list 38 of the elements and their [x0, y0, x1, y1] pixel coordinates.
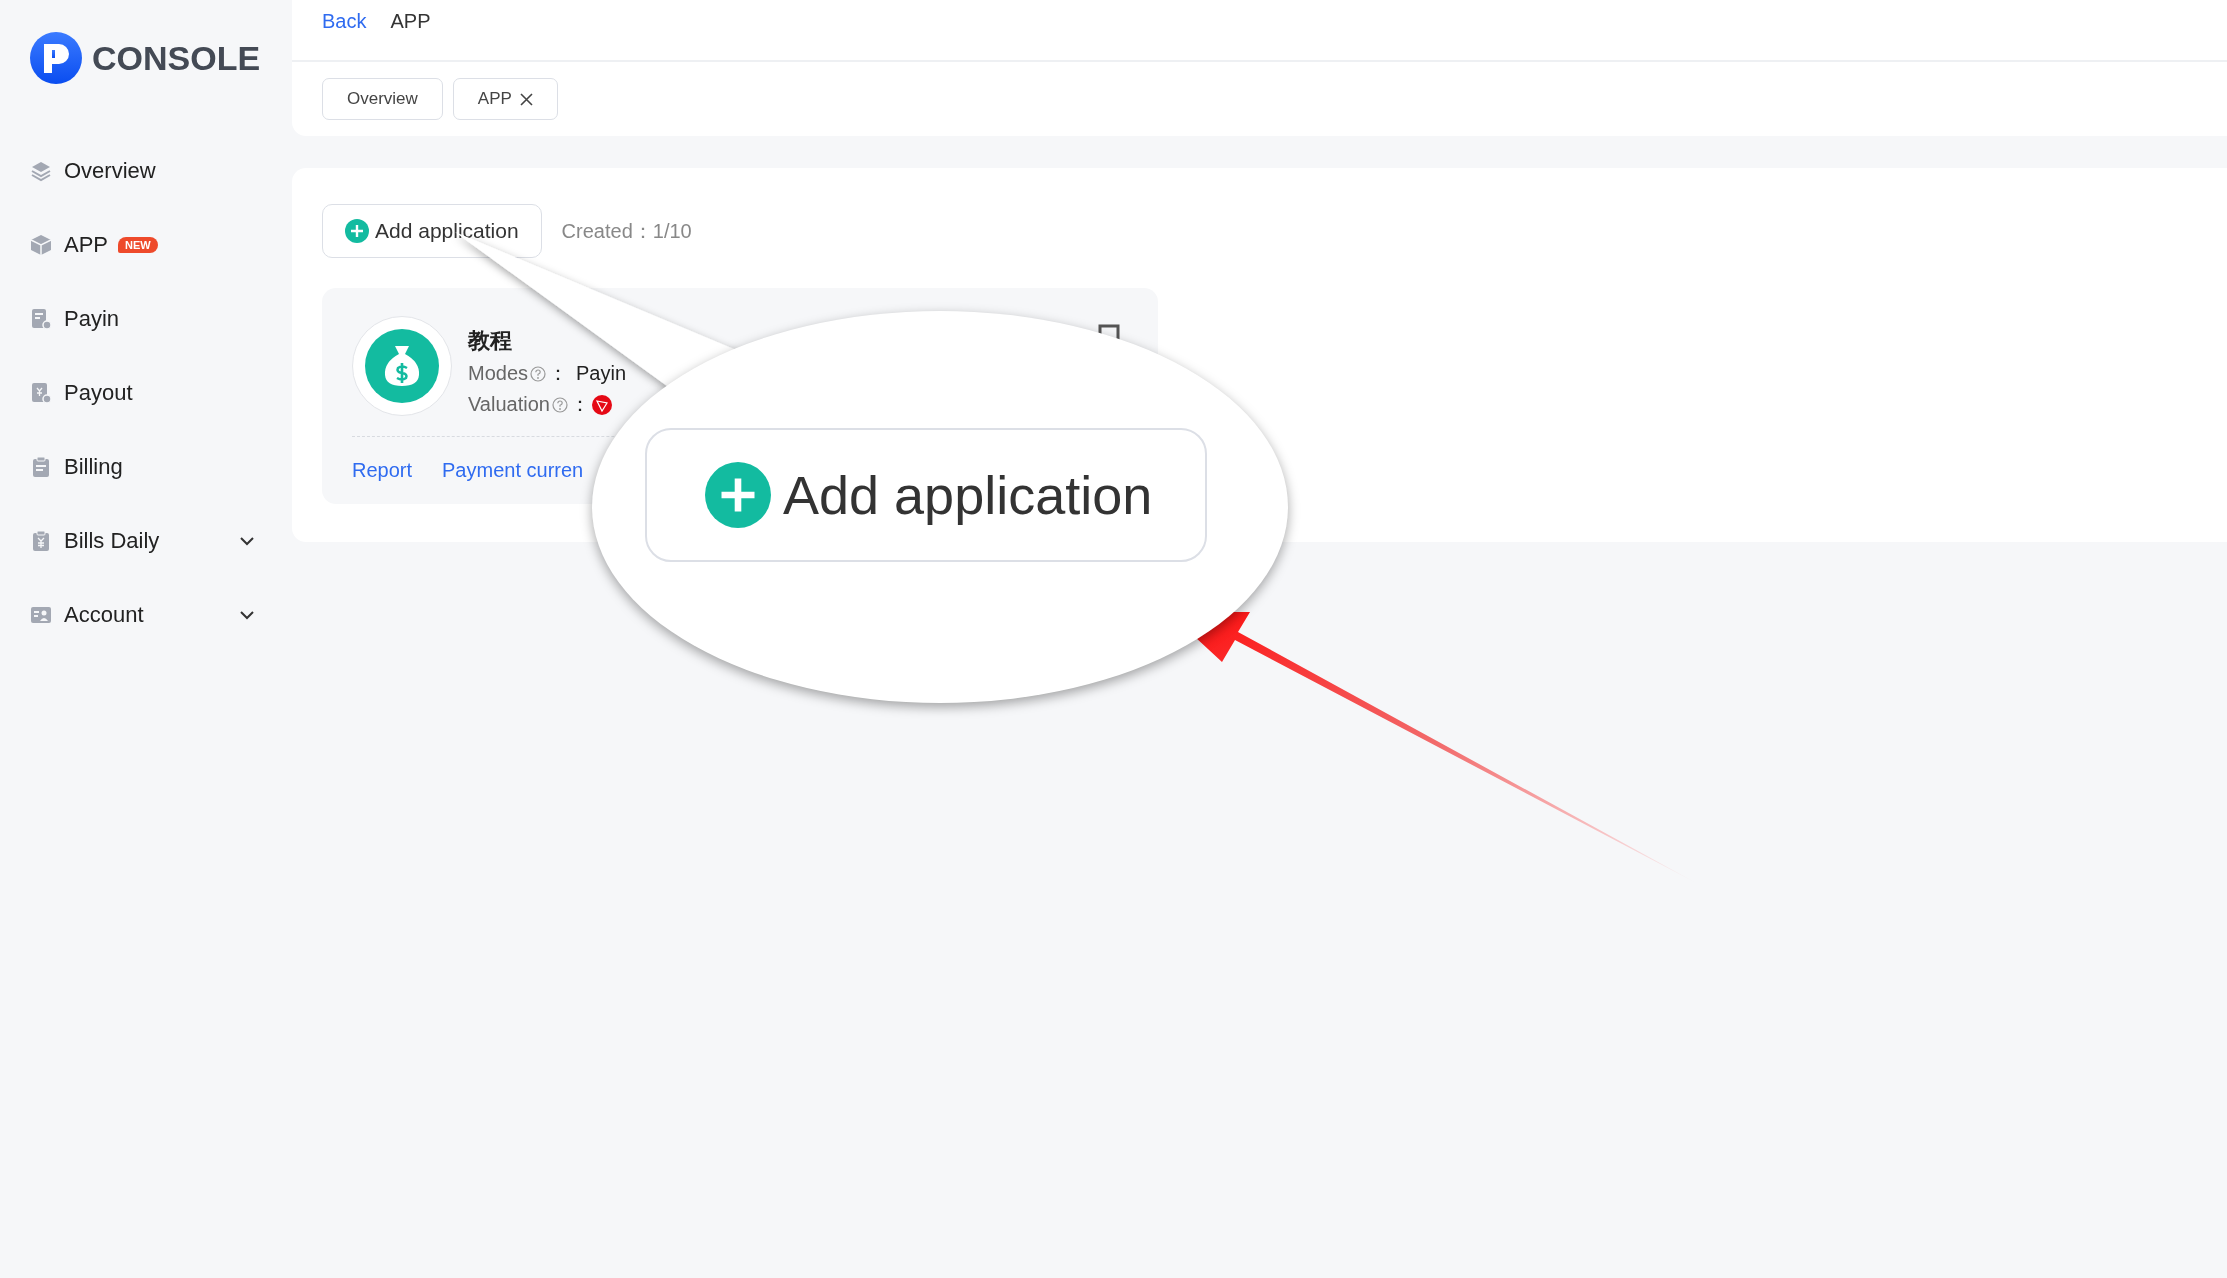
sidebar-item[interactable]: Billing [30, 430, 292, 504]
clipboard-icon [30, 456, 52, 478]
clipboard-icon [30, 530, 52, 552]
back-link[interactable]: Back [322, 10, 367, 33]
field-value: Payin [576, 362, 627, 385]
document-gear-icon [30, 308, 52, 330]
logo-icon [30, 32, 82, 84]
field-label: Modes [468, 362, 529, 385]
money-bag-icon [365, 329, 439, 403]
page-title: APP [390, 10, 431, 33]
card-link[interactable]: Report [352, 459, 413, 482]
sidebar-item[interactable]: Overview [30, 134, 292, 208]
sidebar-item[interactable]: APP NEW [30, 208, 292, 282]
new-badge: NEW [118, 237, 158, 253]
page-tab[interactable]: APP [452, 78, 558, 120]
plus-circle-icon [705, 462, 771, 528]
sidebar-item[interactable]: Payin [30, 282, 292, 356]
card-link[interactable]: Payment curren [442, 459, 584, 482]
sidebar-item[interactable]: Account [30, 578, 292, 652]
colon-text: ： [548, 361, 569, 386]
add-application-button[interactable]: Add application [645, 428, 1207, 562]
tron-token-icon [591, 394, 612, 415]
page-tab[interactable]: Overview [322, 78, 443, 120]
document-clock-icon [30, 382, 52, 404]
sidebar-item[interactable]: Payout [30, 356, 292, 430]
help-icon [551, 396, 568, 413]
cube-icon [30, 234, 52, 256]
app-name: 教程 [468, 327, 513, 355]
help-icon [530, 365, 547, 382]
plus-circle-icon [345, 219, 369, 243]
created-count: Created：1/10 [561, 218, 692, 244]
colon-text: ： [569, 392, 590, 417]
sidebar-item[interactable]: Bills Daily [30, 504, 292, 578]
contact-card-icon [30, 604, 52, 626]
logo-text: CONSOLE [92, 38, 261, 78]
add-application-button[interactable]: Add application [322, 204, 542, 258]
layers-icon [30, 160, 52, 182]
field-label: Valuation [468, 393, 550, 416]
